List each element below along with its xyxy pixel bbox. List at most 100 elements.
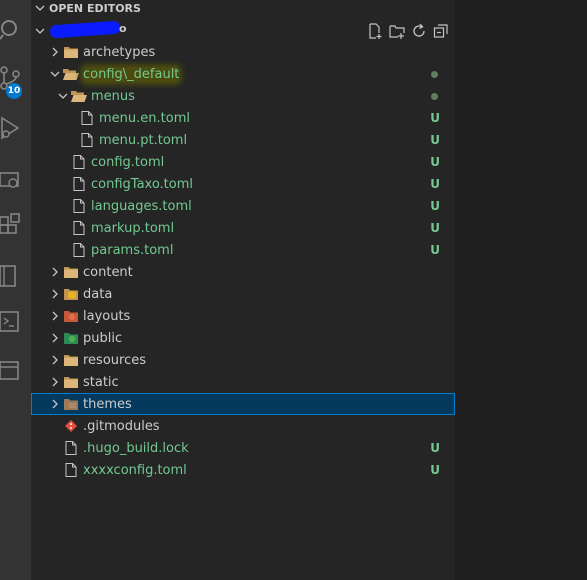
tree-item-label: config.toml [91, 154, 165, 170]
run-debug-icon[interactable] [0, 108, 31, 148]
chevron-down-icon[interactable] [47, 63, 63, 85]
tree-item-label: content [83, 264, 133, 280]
file-row[interactable]: config.toml U [31, 151, 455, 173]
folder-row[interactable]: data [31, 283, 455, 305]
file-icon [71, 173, 87, 195]
folder-icon [63, 371, 79, 393]
twistie-spacer [55, 173, 71, 195]
public-folder-icon [63, 327, 79, 349]
workspace-name-tail: o [119, 22, 127, 35]
git-status-badge: U [430, 177, 440, 191]
file-icon [63, 459, 79, 481]
chevron-down-icon [31, 3, 49, 13]
twistie-spacer [47, 415, 63, 437]
tree-item-label: themes [83, 396, 132, 412]
file-row[interactable]: params.toml U [31, 239, 455, 261]
git-status-badge: U [430, 155, 440, 169]
git-status-badge: U [430, 199, 440, 213]
scm-badge: 10 [6, 83, 22, 99]
file-icon [71, 239, 87, 261]
file-icon [79, 107, 95, 129]
open-editors-header[interactable]: OPEN EDITORS [31, 0, 455, 18]
file-icon [63, 437, 79, 459]
tree-item-label: markup.toml [91, 220, 175, 236]
folder-row[interactable]: config\_default [31, 63, 455, 85]
folder-row[interactable]: themes [31, 393, 455, 415]
explorer-actions [367, 20, 449, 42]
tree-item-label: .gitmodules [83, 418, 160, 434]
chevron-right-icon[interactable] [47, 261, 63, 283]
git-icon [63, 415, 79, 437]
new-file-icon[interactable] [367, 23, 383, 39]
layouts-folder-icon [63, 305, 79, 327]
folder-icon [63, 349, 79, 371]
file-row[interactable]: markup.toml U [31, 217, 455, 239]
folder-row[interactable]: menus [31, 85, 455, 107]
git-status-badge: U [430, 133, 440, 147]
tree-item-label: menu.en.toml [99, 110, 190, 126]
folder-row[interactable]: public [31, 327, 455, 349]
file-row[interactable]: languages.toml U [31, 195, 455, 217]
folder-row[interactable]: content [31, 261, 455, 283]
explorer-sidebar: OPEN EDITORS o archetypes config\_default… [31, 0, 455, 580]
terminal-icon[interactable] [0, 302, 31, 342]
folder-row[interactable]: layouts [31, 305, 455, 327]
chevron-right-icon[interactable] [47, 305, 63, 327]
twistie-spacer [63, 129, 79, 151]
search-icon[interactable] [0, 10, 31, 50]
folder-row[interactable]: archetypes [31, 41, 455, 63]
tree-item-label: layouts [83, 308, 131, 324]
chevron-right-icon[interactable] [47, 371, 63, 393]
data-folder-icon [63, 283, 79, 305]
tree-item-label: .hugo_build.lock [83, 440, 189, 456]
themes-folder-icon [63, 393, 79, 415]
file-row[interactable]: .hugo_build.lock U [31, 437, 455, 459]
file-row[interactable]: menu.en.toml U [31, 107, 455, 129]
chevron-right-icon[interactable] [47, 41, 63, 63]
collapse-all-icon[interactable] [433, 23, 449, 39]
file-icon [79, 129, 95, 151]
chevron-right-icon[interactable] [47, 349, 63, 371]
folder-row[interactable]: resources [31, 349, 455, 371]
folder-open-icon [63, 63, 79, 85]
folder-row[interactable]: static [31, 371, 455, 393]
panel-icon[interactable] [0, 350, 31, 390]
editor-area [455, 0, 587, 580]
new-folder-icon[interactable] [389, 23, 405, 39]
file-row[interactable]: configTaxo.toml U [31, 173, 455, 195]
activity-bar: 10 [0, 0, 31, 580]
notebook-icon[interactable] [0, 256, 31, 296]
tree-item-label: static [83, 374, 119, 390]
chevron-down-icon[interactable] [55, 85, 71, 107]
git-status-badge: U [430, 221, 440, 235]
tree-item-label: xxxxconfig.toml [83, 462, 187, 478]
tree-item-label: menus [91, 88, 135, 104]
twistie-spacer [55, 217, 71, 239]
git-status-badge: U [430, 243, 440, 257]
file-row[interactable]: menu.pt.toml U [31, 129, 455, 151]
tree-item-label: archetypes [83, 44, 156, 60]
git-status-badge: U [430, 111, 440, 125]
file-icon [71, 195, 87, 217]
git-status-badge: U [430, 463, 440, 477]
remote-explorer-icon[interactable] [0, 160, 31, 200]
refresh-icon[interactable] [411, 23, 427, 39]
folder-icon [63, 41, 79, 63]
twistie-spacer [47, 437, 63, 459]
git-status-badge: U [430, 441, 440, 455]
chevron-right-icon[interactable] [47, 327, 63, 349]
tree-item-label: menu.pt.toml [99, 132, 188, 148]
tree-item-label: public [83, 330, 123, 346]
file-row[interactable]: xxxxconfig.toml U [31, 459, 455, 481]
twistie-spacer [63, 107, 79, 129]
twistie-spacer [55, 151, 71, 173]
chevron-down-icon [31, 26, 49, 36]
tree-item-label: resources [83, 352, 147, 368]
modified-dot-icon [431, 71, 438, 78]
file-row[interactable]: .gitmodules [31, 415, 455, 437]
chevron-right-icon[interactable] [47, 283, 63, 305]
tree-item-label: languages.toml [91, 198, 192, 214]
chevron-right-icon[interactable] [47, 393, 63, 415]
extensions-icon[interactable] [0, 206, 31, 246]
tree-item-label: configTaxo.toml [91, 176, 194, 192]
